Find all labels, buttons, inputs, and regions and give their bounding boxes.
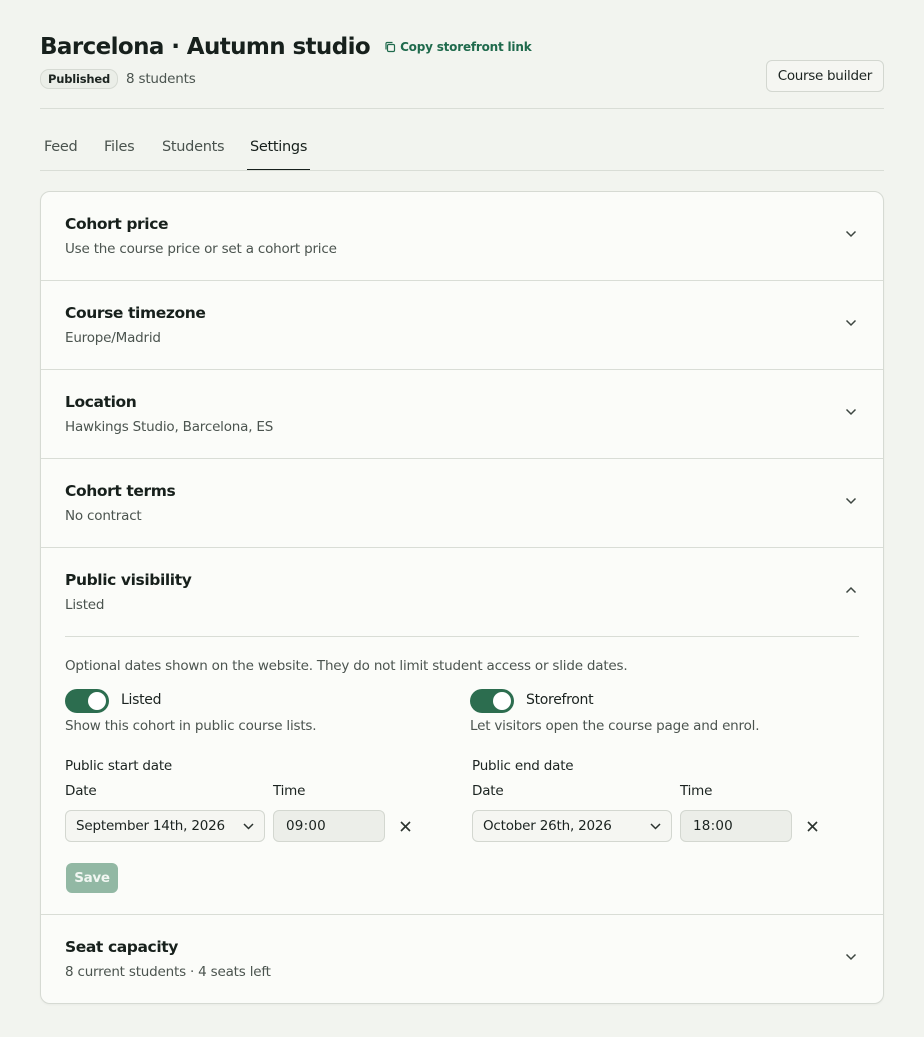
section-cohort-price[interactable]: Cohort price Use the course price or set… [41,192,883,281]
course-header: Barcelona · Autumn studio Copy storefron… [40,0,884,109]
section-subtitle: Hawkings Studio, Barcelona, ES [65,419,274,435]
storefront-help: Let visitors open the course page and en… [470,718,760,734]
section-cohort-terms[interactable]: Cohort terms No contract [41,459,883,548]
section-course-timezone[interactable]: Course timezone Europe/Madrid [41,281,883,370]
section-title: Public visibility [65,571,192,589]
chevron-down-icon [845,953,857,961]
title-row: Barcelona · Autumn studio Copy storefron… [40,34,532,60]
listed-label: Listed [121,692,162,708]
storefront-label: Storefront [526,692,594,708]
section-subtitle: 8 current students · 4 seats left [65,964,271,980]
visibility-description: Optional dates shown on the website. The… [65,658,628,674]
listed-toggle[interactable] [65,689,109,713]
section-seat-capacity[interactable]: Seat capacity 8 current students · 4 sea… [41,915,883,1003]
settings-card: Cohort price Use the course price or set… [40,191,884,1004]
status-badge: Published [40,69,118,89]
section-subtitle: Listed [65,597,105,613]
chevron-down-icon [845,497,857,505]
section-divider [65,636,859,637]
end-date-select[interactable]: October 26th, 2026 [472,810,672,842]
copy-link-label: Copy storefront link [400,40,532,54]
chevron-down-icon [845,408,857,416]
page: Barcelona · Autumn studio Copy storefron… [40,0,884,171]
public-start-date-heading: Public start date [65,758,173,774]
tab-bar: Feed Files Students Settings [40,109,884,171]
start-date-label: Date [65,783,97,799]
toggle-knob [88,692,106,710]
tab-settings[interactable]: Settings [247,139,311,170]
start-date-value: September 14th, 2026 [76,818,225,834]
section-title: Cohort price [65,215,169,233]
start-date-select[interactable]: September 14th, 2026 [65,810,265,842]
tab-students[interactable]: Students [162,139,225,170]
end-date-label: Date [472,783,504,799]
end-time-input[interactable]: 18:00 [680,810,792,842]
chevron-down-icon [845,319,857,327]
meta-row: Published 8 students [40,69,196,89]
course-builder-button[interactable]: Course builder [765,60,884,92]
listed-help: Show this cohort in public course lists. [65,718,317,734]
copy-icon [385,41,396,53]
tab-feed[interactable]: Feed [44,139,78,170]
close-icon [399,820,411,832]
student-count: 8 students [126,71,196,87]
chevron-down-icon [650,822,661,830]
section-subtitle: Use the course price or set a cohort pri… [65,241,337,257]
copy-storefront-link[interactable]: Copy storefront link [384,40,532,54]
save-button[interactable]: Save [66,863,118,893]
close-icon [806,820,818,832]
chevron-up-icon [845,586,857,594]
public-end-date-heading: Public end date [472,758,574,774]
tab-files[interactable]: Files [104,139,135,170]
section-subtitle: No contract [65,508,142,524]
end-time-label: Time [680,783,713,799]
page-title: Barcelona · Autumn studio [40,34,371,60]
start-time-input[interactable]: 09:00 [273,810,385,842]
clear-end-button[interactable] [802,816,822,836]
start-time-label: Time [273,783,306,799]
section-title: Cohort terms [65,482,176,500]
section-title: Course timezone [65,304,206,322]
section-public-visibility-header[interactable]: Public visibility Listed [41,548,883,637]
end-date-value: October 26th, 2026 [483,818,612,834]
section-title: Location [65,393,137,411]
toggle-knob [493,692,511,710]
section-location[interactable]: Location Hawkings Studio, Barcelona, ES [41,370,883,459]
section-subtitle: Europe/Madrid [65,330,161,346]
chevron-down-icon [243,822,254,830]
clear-start-button[interactable] [395,816,415,836]
chevron-down-icon [845,230,857,238]
storefront-toggle[interactable] [470,689,514,713]
section-title: Seat capacity [65,938,178,956]
